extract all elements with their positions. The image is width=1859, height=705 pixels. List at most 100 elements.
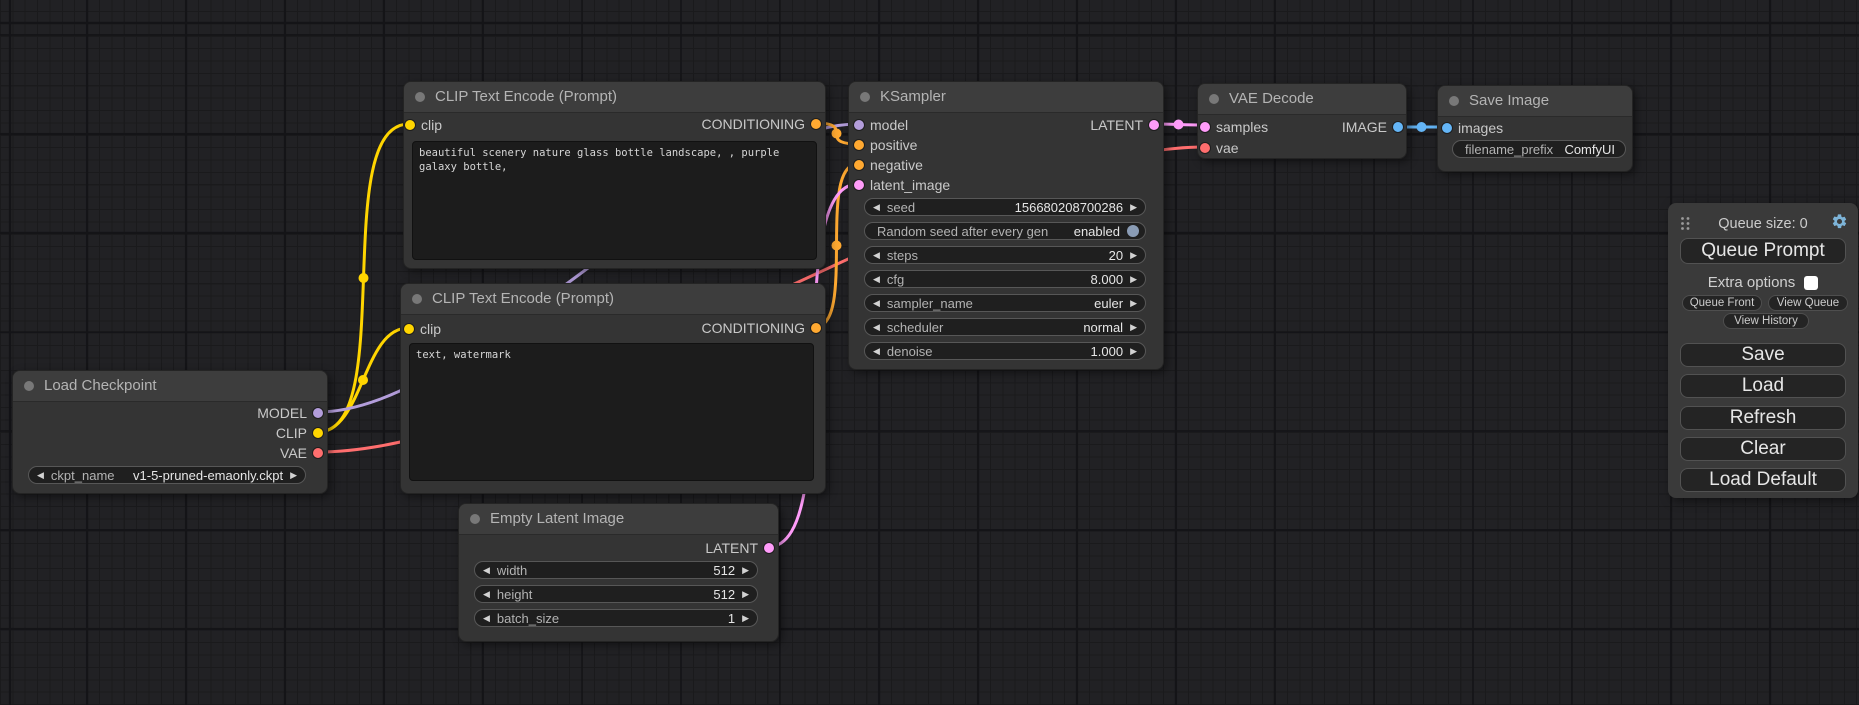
latent-output-port[interactable] bbox=[1149, 120, 1159, 130]
sampler-name-widget[interactable]: ◀ sampler_name euler ▶ bbox=[864, 294, 1146, 312]
filename-prefix-widget[interactable]: filename_prefix ComfyUI bbox=[1452, 140, 1626, 158]
vae-output-port[interactable] bbox=[313, 448, 323, 458]
ksampler-node[interactable]: KSampler model positive negative latent_… bbox=[848, 81, 1164, 370]
link-midpoint-dot[interactable] bbox=[832, 241, 842, 251]
decrement-arrow-icon[interactable]: ◀ bbox=[483, 565, 490, 576]
collapse-dot-icon[interactable] bbox=[860, 92, 870, 102]
random-seed-widget[interactable]: Random seed after every gen enabled bbox=[864, 222, 1146, 240]
increment-arrow-icon[interactable]: ▶ bbox=[1130, 346, 1137, 357]
empty-latent-image-node[interactable]: Empty Latent Image LATENT ◀ width 512 ▶ … bbox=[458, 503, 779, 642]
latent-output-port[interactable] bbox=[764, 543, 774, 553]
queue-prompt-button[interactable]: Queue Prompt bbox=[1680, 238, 1846, 264]
model-input-port[interactable] bbox=[854, 120, 864, 130]
decrement-arrow-icon[interactable]: ◀ bbox=[483, 613, 490, 624]
batch-size-widget[interactable]: ◀ batch_size 1 ▶ bbox=[474, 609, 758, 627]
collapse-dot-icon[interactable] bbox=[1449, 96, 1459, 106]
settings-gear-icon[interactable] bbox=[1831, 213, 1848, 230]
increment-arrow-icon[interactable]: ▶ bbox=[742, 589, 749, 600]
vae-input-port[interactable] bbox=[1200, 143, 1210, 153]
decrement-arrow-icon[interactable]: ◀ bbox=[37, 470, 44, 481]
decrement-arrow-icon[interactable]: ◀ bbox=[483, 589, 490, 600]
clip-text-encode-positive-node[interactable]: CLIP Text Encode (Prompt) clip CONDITION… bbox=[403, 81, 826, 269]
link-midpoint-dot[interactable] bbox=[359, 273, 369, 283]
save-button[interactable]: Save bbox=[1680, 343, 1846, 367]
latent-image-input-port[interactable] bbox=[854, 180, 864, 190]
decrement-arrow-icon[interactable]: ◀ bbox=[873, 322, 880, 333]
view-queue-button[interactable]: View Queue bbox=[1768, 295, 1848, 311]
increment-arrow-icon[interactable]: ▶ bbox=[1130, 202, 1137, 213]
load-checkpoint-node[interactable]: Load Checkpoint MODEL CLIP VAE ◀ ckpt_na… bbox=[12, 370, 328, 494]
node-title-label: Save Image bbox=[1469, 92, 1549, 109]
clip-text-encode-negative-node[interactable]: CLIP Text Encode (Prompt) clip CONDITION… bbox=[400, 283, 826, 494]
decrement-arrow-icon[interactable]: ◀ bbox=[873, 250, 880, 261]
negative-prompt-textarea[interactable]: text, watermark bbox=[409, 343, 814, 481]
model-output-port[interactable] bbox=[313, 408, 323, 418]
samples-input-port[interactable] bbox=[1200, 122, 1210, 132]
vae-decode-node[interactable]: VAE Decode samples vae IMAGE bbox=[1197, 83, 1407, 159]
image-output: IMAGE bbox=[1342, 119, 1403, 135]
decrement-arrow-icon[interactable]: ◀ bbox=[873, 202, 880, 213]
port-label: CONDITIONING bbox=[702, 116, 805, 132]
increment-arrow-icon[interactable]: ▶ bbox=[290, 470, 297, 481]
decrement-arrow-icon[interactable]: ◀ bbox=[873, 298, 880, 309]
increment-arrow-icon[interactable]: ▶ bbox=[1130, 298, 1137, 309]
comfyui-canvas[interactable]: { "colors": { "model": "#B39DDB", "clip"… bbox=[0, 0, 1859, 705]
random-seed-toggle-icon[interactable] bbox=[1127, 225, 1139, 237]
width-widget[interactable]: ◀ width 512 ▶ bbox=[474, 561, 758, 579]
widget-label: height bbox=[497, 587, 532, 602]
widget-label: Random seed after every gen bbox=[877, 224, 1048, 239]
port-label: VAE bbox=[280, 445, 307, 461]
increment-arrow-icon[interactable]: ▶ bbox=[1130, 274, 1137, 285]
seed-widget[interactable]: ◀ seed 156680208700286 ▶ bbox=[864, 198, 1146, 216]
collapse-dot-icon[interactable] bbox=[470, 514, 480, 524]
increment-arrow-icon[interactable]: ▶ bbox=[742, 613, 749, 624]
ckpt-name-widget[interactable]: ◀ ckpt_name v1-5-pruned-emaonly.ckpt ▶ bbox=[28, 466, 306, 484]
image-output-port[interactable] bbox=[1393, 122, 1403, 132]
save-image-node[interactable]: Save Image images filename_prefix ComfyU… bbox=[1437, 85, 1633, 172]
queue-front-button[interactable]: Queue Front bbox=[1682, 295, 1762, 311]
scheduler-widget[interactable]: ◀ scheduler normal ▶ bbox=[864, 318, 1146, 336]
images-input-port[interactable] bbox=[1442, 123, 1452, 133]
load-default-button[interactable]: Load Default bbox=[1680, 468, 1846, 492]
latent-output: LATENT bbox=[705, 540, 774, 556]
node-title-label: VAE Decode bbox=[1229, 90, 1314, 107]
widget-value: 1.000 bbox=[1091, 344, 1124, 359]
widget-value: 156680208700286 bbox=[1015, 200, 1123, 215]
height-widget[interactable]: ◀ height 512 ▶ bbox=[474, 585, 758, 603]
conditioning-output-port[interactable] bbox=[811, 323, 821, 333]
increment-arrow-icon[interactable]: ▶ bbox=[742, 565, 749, 576]
cfg-widget[interactable]: ◀ cfg 8.000 ▶ bbox=[864, 270, 1146, 288]
steps-widget[interactable]: ◀ steps 20 ▶ bbox=[864, 246, 1146, 264]
link-midpoint-dot[interactable] bbox=[358, 375, 368, 385]
collapse-dot-icon[interactable] bbox=[415, 92, 425, 102]
collapse-dot-icon[interactable] bbox=[1209, 94, 1219, 104]
conditioning-output-port[interactable] bbox=[811, 119, 821, 129]
negative-input-port[interactable] bbox=[854, 160, 864, 170]
positive-input-port[interactable] bbox=[854, 140, 864, 150]
clear-button[interactable]: Clear bbox=[1680, 437, 1846, 461]
port-label: samples bbox=[1216, 119, 1268, 135]
queue-panel: Queue size: 0 Queue Prompt Extra options… bbox=[1668, 203, 1858, 498]
extra-options-checkbox[interactable] bbox=[1804, 276, 1818, 290]
clip-input: clip bbox=[405, 117, 442, 133]
decrement-arrow-icon[interactable]: ◀ bbox=[873, 274, 880, 285]
collapse-dot-icon[interactable] bbox=[412, 294, 422, 304]
increment-arrow-icon[interactable]: ▶ bbox=[1130, 250, 1137, 261]
negative-input: negative bbox=[854, 157, 923, 173]
clip-input-port[interactable] bbox=[405, 120, 415, 130]
clip-input-port[interactable] bbox=[404, 324, 414, 334]
positive-prompt-textarea[interactable]: beautiful scenery nature glass bottle la… bbox=[412, 141, 817, 260]
clip-output-port[interactable] bbox=[313, 428, 323, 438]
refresh-button[interactable]: Refresh bbox=[1680, 406, 1846, 430]
load-button[interactable]: Load bbox=[1680, 374, 1846, 398]
port-label: MODEL bbox=[257, 405, 307, 421]
latent-image-input: latent_image bbox=[854, 177, 950, 193]
increment-arrow-icon[interactable]: ▶ bbox=[1130, 322, 1137, 333]
decrement-arrow-icon[interactable]: ◀ bbox=[873, 346, 880, 357]
view-history-button[interactable]: View History bbox=[1723, 313, 1809, 329]
link-midpoint-dot[interactable] bbox=[1174, 120, 1184, 130]
link-midpoint-dot[interactable] bbox=[1417, 122, 1427, 132]
denoise-widget[interactable]: ◀ denoise 1.000 ▶ bbox=[864, 342, 1146, 360]
collapse-dot-icon[interactable] bbox=[24, 381, 34, 391]
link-midpoint-dot[interactable] bbox=[832, 129, 842, 139]
